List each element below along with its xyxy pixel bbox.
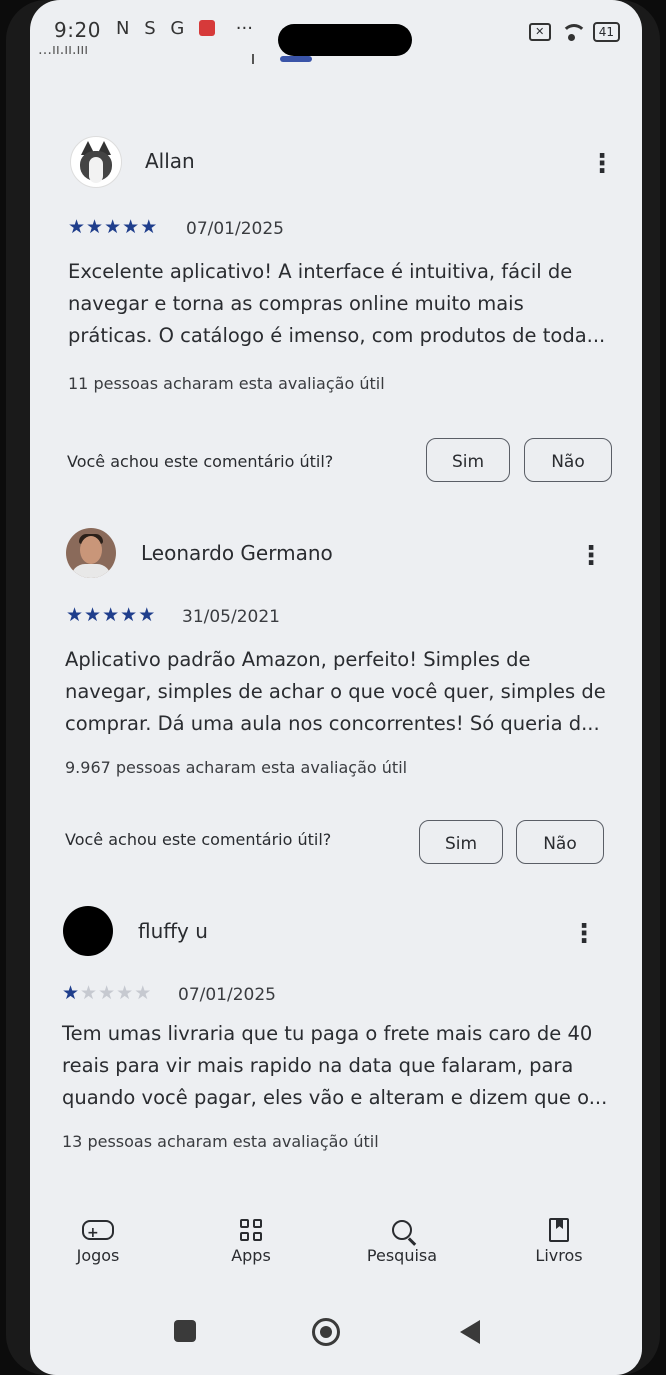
book-icon (549, 1218, 569, 1242)
black-avatar (63, 906, 113, 956)
no-sim-icon: ✕ (528, 23, 551, 41)
nfc-icon: N (116, 18, 130, 39)
review-date: 31/05/2021 (182, 607, 280, 627)
person-photo-avatar (66, 528, 116, 578)
nav-label: Apps (231, 1246, 271, 1265)
star-filled-icon: ★ (140, 216, 159, 238)
star-empty-icon: ★ (98, 982, 117, 1004)
phone-frame: 9:20 N S G ··· ✕ 41 …ıı.ıı.ııı Allan ⋮ ★… (6, 0, 660, 1375)
nav-label: Livros (535, 1246, 583, 1265)
battery-icon: 41 (592, 22, 620, 42)
system-navigation-bar (30, 1312, 642, 1362)
more-notifications-icon: ··· (235, 18, 253, 39)
nav-item-apps[interactable]: Apps (216, 1212, 286, 1265)
reviewer-name: fluffy u (138, 919, 208, 943)
mail-icon (199, 20, 216, 36)
bottom-navigation: Jogos Apps Pesquisa Livros (30, 1198, 642, 1298)
more-options-icon[interactable]: ⋮ (578, 536, 604, 576)
helpful-no-button[interactable]: Não (524, 438, 612, 482)
google-icon: G (170, 18, 185, 39)
status-right-icons: ✕ 41 (528, 22, 620, 42)
helpful-yes-button[interactable]: Sim (426, 438, 510, 482)
apps-grid-icon (240, 1219, 262, 1241)
star-rating: ★★★★★ (66, 604, 156, 626)
recent-apps-icon[interactable] (174, 1320, 196, 1342)
star-filled-icon: ★ (104, 216, 123, 238)
star-filled-icon: ★ (120, 604, 139, 626)
nav-item-livros[interactable]: Livros (524, 1212, 594, 1265)
star-empty-icon: ★ (80, 982, 99, 1004)
home-icon[interactable] (312, 1318, 340, 1346)
star-filled-icon: ★ (138, 604, 157, 626)
helpful-no-button[interactable]: Não (516, 820, 604, 864)
star-filled-icon: ★ (86, 216, 105, 238)
helpful-yes-button[interactable]: Sim (419, 820, 503, 864)
scroll-indicator (280, 56, 312, 62)
star-filled-icon: ★ (68, 216, 87, 238)
helpful-question: Você achou este comentário útil? (67, 452, 334, 471)
divider (252, 54, 254, 64)
helpful-count: 9.967 pessoas acharam esta avaliação úti… (65, 758, 408, 777)
more-options-icon[interactable]: ⋮ (571, 914, 597, 954)
reviewer-name: Leonardo Germano (141, 541, 333, 565)
review-text: Excelente aplicativo! A interface é intu… (68, 260, 606, 347)
reviewer-name: Allan (145, 149, 195, 173)
helpful-count: 13 pessoas acharam esta avaliação útil (62, 1132, 379, 1151)
star-rating: ★★★★★ (62, 982, 152, 1004)
clipped-text: …ıı.ıı.ııı (38, 42, 89, 58)
review-date: 07/01/2025 (178, 985, 276, 1005)
star-empty-icon: ★ (134, 982, 153, 1004)
camera-cutout (278, 24, 412, 56)
wifi-icon (560, 24, 587, 41)
star-filled-icon: ★ (62, 982, 81, 1004)
screen: 9:20 N S G ··· ✕ 41 …ıı.ıı.ııı Allan ⋮ ★… (30, 0, 642, 1375)
nav-label: Pesquisa (366, 1246, 438, 1265)
helpful-count: 11 pessoas acharam esta avaliação útil (68, 374, 385, 393)
star-filled-icon: ★ (122, 216, 141, 238)
review-text: Aplicativo padrão Amazon, perfeito! Simp… (65, 648, 606, 735)
review-date: 07/01/2025 (186, 219, 284, 239)
husky-avatar (70, 136, 122, 188)
star-filled-icon: ★ (66, 604, 85, 626)
star-filled-icon: ★ (84, 604, 103, 626)
more-options-icon[interactable]: ⋮ (589, 144, 615, 184)
star-empty-icon: ★ (116, 982, 135, 1004)
review-text: Tem umas livraria que tu paga o frete ma… (62, 1022, 608, 1109)
star-rating: ★★★★★ (68, 216, 158, 238)
status-notification-icons: N S G ··· (116, 18, 262, 39)
nav-item-pesquisa[interactable]: Pesquisa (362, 1212, 442, 1265)
search-icon (392, 1220, 412, 1240)
helpful-question: Você achou este comentário útil? (65, 830, 332, 849)
s-app-icon: S (144, 18, 156, 39)
nav-item-jogos[interactable]: Jogos (63, 1212, 133, 1265)
status-time: 9:20 (54, 18, 101, 42)
star-filled-icon: ★ (102, 604, 121, 626)
back-icon[interactable] (460, 1320, 480, 1344)
gamepad-icon (82, 1216, 114, 1250)
